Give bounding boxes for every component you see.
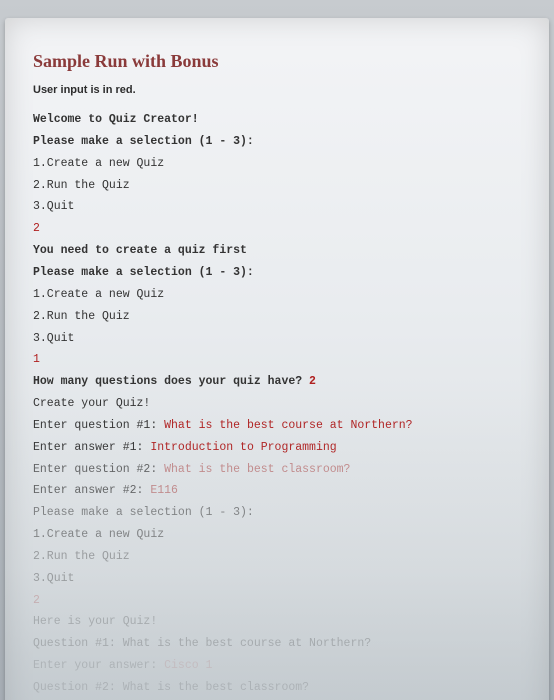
page-title: Sample Run with Bonus xyxy=(33,44,521,78)
select-prompt: Please make a selection (1 - 3): xyxy=(33,262,521,284)
question-1: Question #1: What is the best course at … xyxy=(33,633,521,655)
enter-question-2: Enter question #2: What is the best clas… xyxy=(33,459,521,481)
user-input: 2 xyxy=(309,375,316,388)
menu-option-1: 1.Create a new Quiz xyxy=(33,524,521,546)
error-need-quiz: You need to create a quiz first xyxy=(33,240,521,262)
eya1-prompt: Enter your answer: xyxy=(33,659,164,672)
here-is-quiz: Here is your Quiz! xyxy=(33,611,521,633)
enter-answer-2: Enter answer #2: E116 xyxy=(33,480,521,502)
menu-option-2: 2.Run the Quiz xyxy=(33,175,521,197)
user-input: 2 xyxy=(33,590,521,612)
user-input: E116 xyxy=(150,484,178,497)
welcome-line: Welcome to Quiz Creator! xyxy=(33,109,521,131)
enter-answer-1: Enter answer #1: Introduction to Program… xyxy=(33,437,521,459)
user-input: What is the best course at Northern? xyxy=(164,419,412,432)
select-prompt: Please make a selection (1 - 3): xyxy=(33,502,521,524)
ea2-prompt: Enter answer #2: xyxy=(33,484,150,497)
user-input: What is the best classroom? xyxy=(164,463,350,476)
enter-question-1: Enter question #1: What is the best cour… xyxy=(33,415,521,437)
user-input: Introduction to Programming xyxy=(150,441,336,454)
question-2: Question #2: What is the best classroom? xyxy=(33,677,521,699)
eq1-prompt: Enter question #1: xyxy=(33,419,164,432)
user-input: Cisco 1 xyxy=(164,659,212,672)
menu-option-3: 3.Quit xyxy=(33,196,521,218)
select-prompt: Please make a selection (1 - 3): xyxy=(33,131,521,153)
menu-option-3: 3.Quit xyxy=(33,568,521,590)
enter-your-answer-1: Enter your answer: Cisco 1 xyxy=(33,655,521,677)
ea1-prompt: Enter answer #1: xyxy=(33,441,150,454)
document-page: Sample Run with Bonus User input is in r… xyxy=(5,18,549,700)
create-your-quiz: Create your Quiz! xyxy=(33,393,521,415)
user-input: 1 xyxy=(33,349,521,371)
menu-option-1: 1.Create a new Quiz xyxy=(33,153,521,175)
menu-option-3: 3.Quit xyxy=(33,328,521,350)
how-many-prompt: How many questions does your quiz have? xyxy=(33,375,309,388)
user-input: 2 xyxy=(33,218,521,240)
menu-option-2: 2.Run the Quiz xyxy=(33,306,521,328)
eq2-prompt: Enter question #2: xyxy=(33,463,164,476)
page-subtitle: User input is in red. xyxy=(33,80,521,101)
how-many-line: How many questions does your quiz have? … xyxy=(33,371,521,393)
menu-option-1: 1.Create a new Quiz xyxy=(33,284,521,306)
menu-option-2: 2.Run the Quiz xyxy=(33,546,521,568)
